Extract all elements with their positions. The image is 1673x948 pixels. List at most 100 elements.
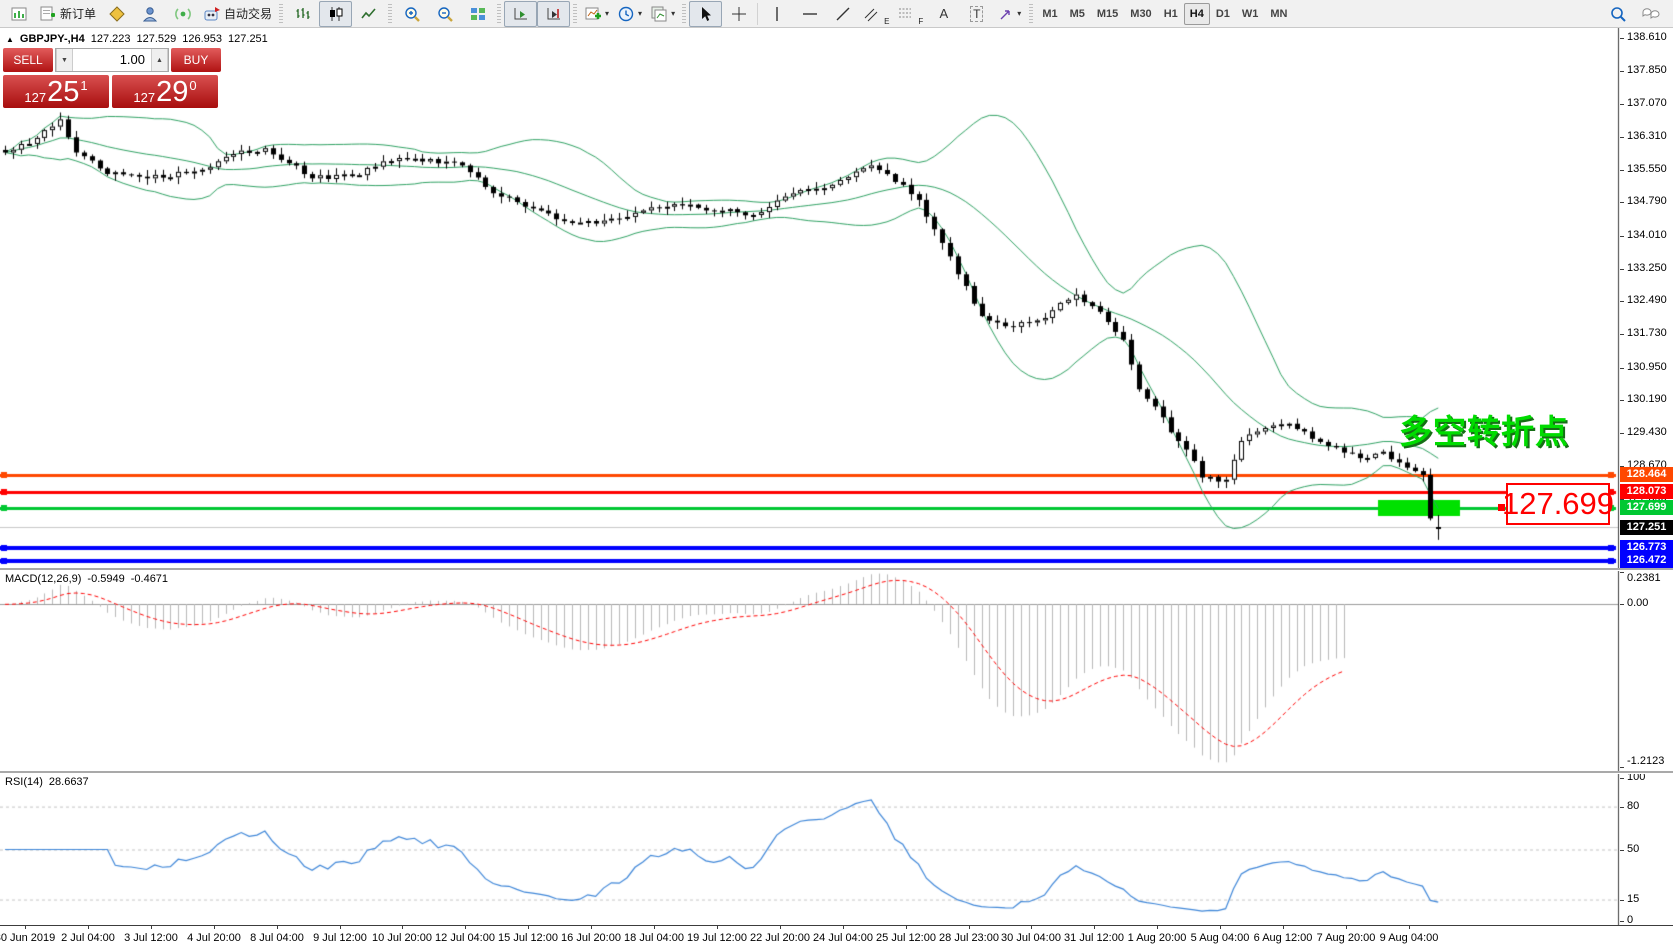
tf-button-d1[interactable]: D1 <box>1210 3 1236 25</box>
sell-button[interactable]: SELL <box>3 48 53 72</box>
zoom-in-button[interactable] <box>395 1 428 27</box>
autotrading-label: 自动交易 <box>224 5 272 22</box>
time-tick-label: 31 Jul 12:00 <box>1064 932 1124 944</box>
bar-chart-button[interactable] <box>286 1 319 27</box>
buy-price-box[interactable]: 127 29 0 <box>112 75 218 108</box>
time-tick-label: 7 Aug 20:00 <box>1317 932 1376 944</box>
macd-plot[interactable] <box>0 570 1673 771</box>
price-tick-mark <box>1620 170 1624 171</box>
signals-button[interactable] <box>166 1 199 27</box>
toolbar-grip <box>279 4 283 24</box>
time-tick-label: 25 Jul 12:00 <box>876 932 936 944</box>
volume-up-button[interactable]: ▲ <box>151 49 168 71</box>
price-tick-mark <box>1620 137 1624 138</box>
time-tick-label: 30 Jun 2019 <box>0 932 55 944</box>
chat-bubbles-icon <box>1641 5 1661 23</box>
diamond-icon <box>108 5 126 23</box>
price-tick-label: 130.190 <box>1627 393 1667 405</box>
price-tick-label: 132.490 <box>1627 294 1667 306</box>
tf-button-h1[interactable]: H1 <box>1158 3 1184 25</box>
tile-windows-button[interactable] <box>461 1 494 27</box>
time-tick-label: 9 Aug 04:00 <box>1380 932 1439 944</box>
price-tick-label: 131.730 <box>1627 327 1667 339</box>
tf-button-m30[interactable]: M30 <box>1124 3 1157 25</box>
cursor-icon <box>698 6 714 22</box>
market-watch-button[interactable] <box>100 1 133 27</box>
volume-input[interactable]: 1.00 <box>73 49 151 71</box>
candlestick-chart-button[interactable] <box>319 1 352 27</box>
time-tick-mark <box>402 926 403 929</box>
time-tick-mark <box>1031 926 1032 929</box>
text-label-tool-button[interactable]: T <box>960 1 993 27</box>
trendline-tool-button[interactable] <box>826 1 859 27</box>
price-tick-label: 137.850 <box>1627 64 1667 76</box>
tile-windows-icon <box>469 5 487 23</box>
chart-shift-icon <box>545 5 563 23</box>
fibonacci-tool-button[interactable]: F <box>893 1 927 27</box>
time-tick-mark <box>906 926 907 929</box>
ohlc-close: 127.251 <box>228 33 268 45</box>
tf-button-m5[interactable]: M5 <box>1064 3 1091 25</box>
tf-button-w1[interactable]: W1 <box>1236 3 1265 25</box>
cursor-tool-button[interactable] <box>689 1 722 27</box>
price-tick-label: 136.310 <box>1627 130 1667 142</box>
panel-separator[interactable] <box>0 771 1673 774</box>
rsi-tick-mark <box>1620 778 1624 779</box>
price-tick-mark <box>1620 301 1624 302</box>
rsi-tick-mark <box>1620 921 1624 922</box>
new-order-button[interactable]: 新订单 <box>35 1 100 27</box>
rsi-name: RSI(14) <box>5 776 43 788</box>
rsi-plot[interactable] <box>0 773 1673 925</box>
equidistant-channel-tool-button[interactable]: E <box>859 1 893 27</box>
text-tool-button[interactable]: A <box>927 1 960 27</box>
tf-button-m15[interactable]: M15 <box>1091 3 1124 25</box>
price-tick-label: 134.010 <box>1627 229 1667 241</box>
ohlc-high: 127.529 <box>137 33 177 45</box>
clock-icon <box>617 5 635 23</box>
price-tick-label: 134.790 <box>1627 195 1667 207</box>
rsi-tick-label: 15 <box>1627 893 1639 905</box>
time-tick-mark <box>1283 926 1284 929</box>
arrows-tool-button[interactable]: ▾ <box>993 1 1026 27</box>
price-tick-mark <box>1620 236 1624 237</box>
buy-button[interactable]: BUY <box>171 48 221 72</box>
profile-button[interactable] <box>133 1 166 27</box>
auto-scroll-button[interactable] <box>504 1 537 27</box>
time-tick-mark <box>1220 926 1221 929</box>
autotrading-button[interactable]: 自动交易 <box>199 1 276 27</box>
macd-tick-mark <box>1620 604 1624 605</box>
search-icon <box>1609 5 1627 23</box>
panel-separator[interactable] <box>0 568 1673 571</box>
crosshair-tool-button[interactable] <box>722 1 755 27</box>
sell-price-box[interactable]: 127 25 1 <box>3 75 109 108</box>
zoom-out-button[interactable] <box>428 1 461 27</box>
tf-button-mn[interactable]: MN <box>1264 3 1293 25</box>
time-tick-mark <box>717 926 718 929</box>
volume-down-button[interactable]: ▼ <box>56 49 73 71</box>
chart-shift-button[interactable] <box>537 1 570 27</box>
dropdown-caret-icon: ▾ <box>605 10 609 18</box>
tf-button-h4[interactable]: H4 <box>1184 3 1210 25</box>
vertical-line-tool-button[interactable] <box>760 1 793 27</box>
periods-button[interactable]: ▾ <box>613 1 646 27</box>
price-chart-plot[interactable] <box>0 28 1673 568</box>
time-axis[interactable]: 30 Jun 20192 Jul 04:003 Jul 12:004 Jul 2… <box>0 925 1673 948</box>
chat-button[interactable] <box>1634 1 1667 27</box>
line-chart-button[interactable] <box>352 1 385 27</box>
toolbar-grip <box>497 4 501 24</box>
time-tick-label: 22 Jul 20:00 <box>750 932 810 944</box>
price-tick-mark <box>1620 202 1624 203</box>
horizontal-line-tool-button[interactable] <box>793 1 826 27</box>
search-button[interactable] <box>1601 1 1634 27</box>
price-callout-box[interactable]: 127.699 <box>1506 483 1610 525</box>
trendline-icon <box>835 6 851 22</box>
templates-button[interactable]: ▾ <box>646 1 679 27</box>
price-line-label: 127.699 <box>1620 500 1673 515</box>
indicators-button[interactable]: ▾ <box>580 1 613 27</box>
collapse-panel-icon[interactable]: ▲ <box>6 35 14 44</box>
chart-annotation-text[interactable]: 多空转折点 <box>1399 405 1569 453</box>
time-tick-label: 12 Jul 04:00 <box>435 932 495 944</box>
tf-button-m1[interactable]: M1 <box>1036 3 1063 25</box>
time-tick-label: 6 Aug 12:00 <box>1254 932 1313 944</box>
price-tick-label: 137.070 <box>1627 97 1667 109</box>
